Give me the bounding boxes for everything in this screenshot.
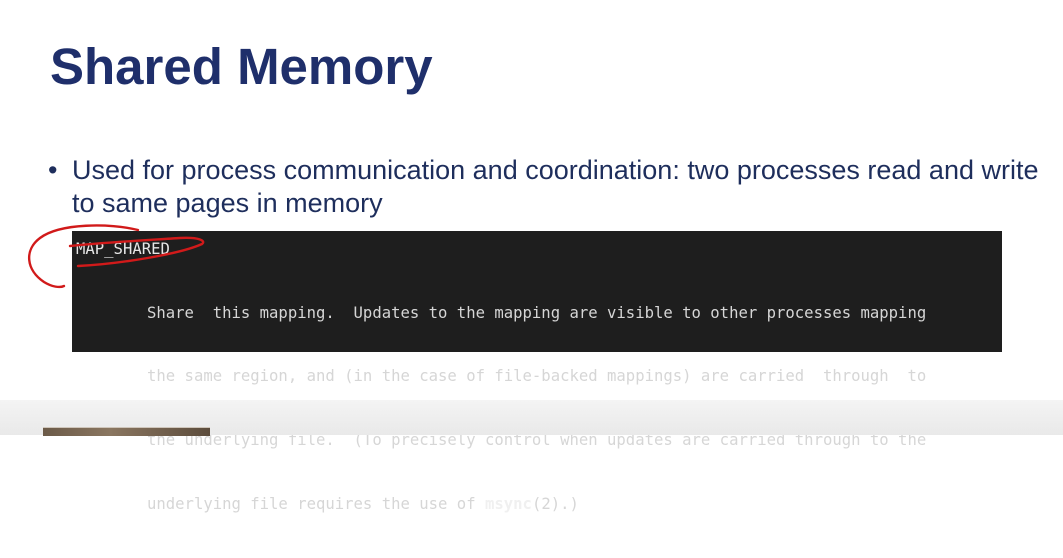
bullet-list: • Used for process communication and coo… — [48, 154, 1058, 220]
manpage-flag: MAP_SHARED — [76, 240, 170, 258]
manpage-line-text: (2).) — [531, 495, 579, 514]
bullet-text: Used for process communication and coord… — [72, 155, 1039, 218]
manpage-line-text: the same region, and (in the case of fil… — [147, 367, 927, 386]
slide-title: Shared Memory — [50, 38, 433, 95]
manpage-line: underlying file requires the use of msyn… — [147, 494, 999, 515]
manpage-bold-ref: msync — [484, 495, 532, 514]
manpage-line: Share this mapping. Updates to the mappi… — [147, 303, 999, 324]
manpage-line-text: Share this mapping. Updates to the mappi… — [147, 303, 927, 322]
manpage-terminal: MAP_SHARED Share this mapping. Updates t… — [72, 231, 1002, 513]
bullet-marker: • — [48, 155, 58, 185]
manpage-line: the same region, and (in the case of fil… — [147, 366, 999, 387]
bullet-item: • Used for process communication and coo… — [48, 154, 1058, 220]
slide: Shared Memory • Used for process communi… — [0, 0, 1063, 513]
manpage-line-text: underlying file requires the use of — [147, 495, 485, 514]
